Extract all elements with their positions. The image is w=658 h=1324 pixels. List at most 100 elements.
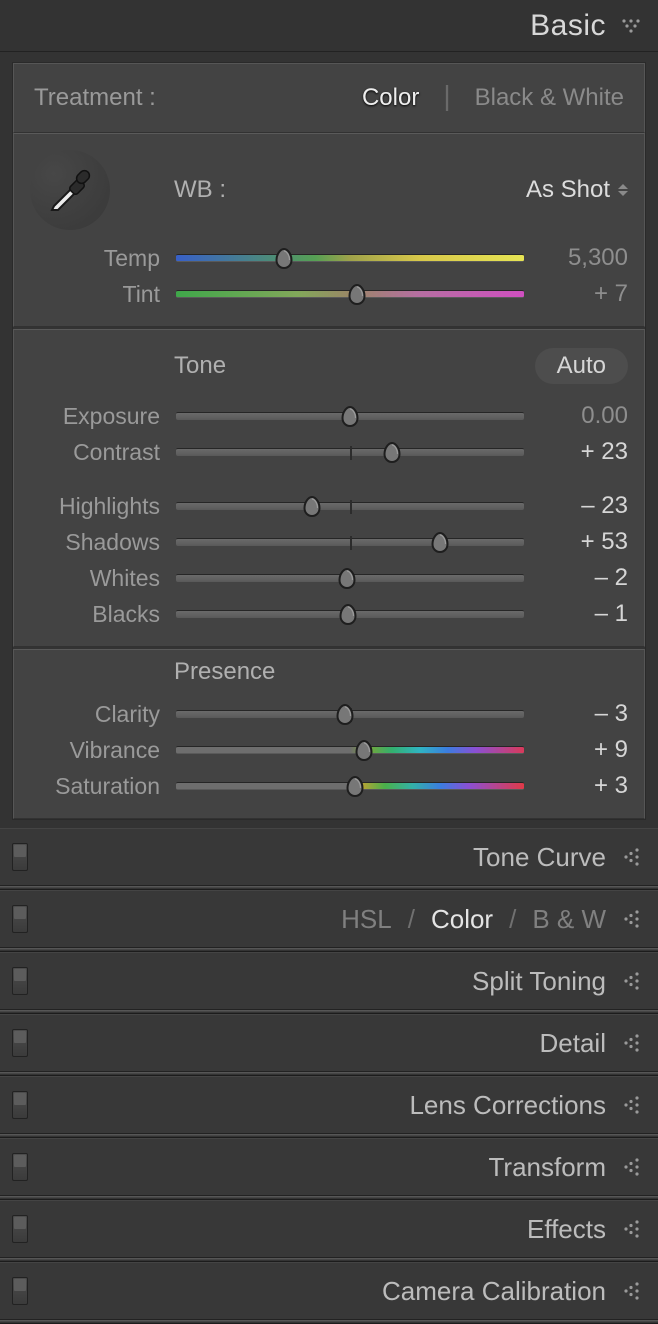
transform-label: Transform (489, 1152, 607, 1183)
highlights-slider-row: Highlights – 23 (30, 488, 628, 524)
panel-title: Basic (530, 9, 606, 43)
detail-panel[interactable]: Detail (0, 1014, 658, 1072)
saturation-label: Saturation (30, 773, 160, 800)
lens-corrections-panel[interactable]: Lens Corrections (0, 1076, 658, 1134)
calibration-label: Camera Calibration (382, 1276, 606, 1307)
expand-icon[interactable] (624, 910, 640, 928)
effects-label: Effects (527, 1214, 606, 1245)
vibrance-label: Vibrance (30, 737, 160, 764)
split-toning-switch[interactable] (12, 967, 28, 995)
highlights-value[interactable]: – 23 (540, 492, 628, 520)
tint-slider[interactable] (176, 290, 524, 298)
exposure-thumb[interactable] (340, 406, 361, 427)
wb-preset-stepper-icon (618, 184, 628, 196)
hsl-tab-color[interactable]: Color (431, 904, 493, 935)
tint-value[interactable]: + 7 (540, 280, 628, 308)
temp-label: Temp (30, 245, 160, 272)
wb-label: WB : (174, 176, 226, 204)
temp-thumb[interactable] (273, 248, 294, 269)
shadows-slider-row: Shadows + 53 (30, 524, 628, 560)
tone-section: Tone Auto Exposure 0.00 Contrast + 23 Hi… (13, 329, 645, 647)
lens-switch[interactable] (12, 1091, 28, 1119)
wb-preset-select[interactable]: As Shot (526, 176, 628, 204)
blacks-label: Blacks (30, 601, 160, 628)
contrast-value[interactable]: + 23 (540, 438, 628, 466)
contrast-thumb[interactable] (381, 442, 402, 463)
hsl-switch[interactable] (12, 905, 28, 933)
effects-panel[interactable]: Effects (0, 1200, 658, 1258)
highlights-slider[interactable] (176, 502, 524, 510)
saturation-slider[interactable] (176, 782, 524, 790)
treatment-bw[interactable]: Black & White (475, 84, 624, 112)
saturation-value[interactable]: + 3 (540, 772, 628, 800)
clarity-thumb[interactable] (334, 704, 355, 725)
temp-value[interactable]: 5,300 (540, 244, 628, 272)
whites-slider[interactable] (176, 574, 524, 582)
basic-panel-header: Basic (0, 0, 658, 52)
clarity-label: Clarity (30, 701, 160, 728)
hsl-panel[interactable]: HSL / Color / B & W (0, 890, 658, 948)
blacks-slider-row: Blacks – 1 (30, 596, 628, 632)
expand-icon[interactable] (624, 1158, 640, 1176)
tone-curve-panel[interactable]: Tone Curve (0, 828, 658, 886)
treatment-color[interactable]: Color (362, 84, 419, 112)
temp-slider-row: Temp 5,300 (30, 240, 628, 276)
treatment-label: Treatment : (34, 84, 156, 112)
calibration-panel[interactable]: Camera Calibration (0, 1262, 658, 1320)
hsl-tab-bw[interactable]: B & W (532, 904, 606, 935)
shadows-thumb[interactable] (430, 532, 451, 553)
tone-auto-button[interactable]: Auto (535, 348, 628, 384)
wb-eyedropper-button[interactable] (30, 150, 110, 230)
blacks-thumb[interactable] (338, 604, 359, 625)
wb-section: WB : As Shot Temp 5,300 Tint + 7 (13, 133, 645, 327)
whites-thumb[interactable] (336, 568, 357, 589)
shadows-slider[interactable] (176, 538, 524, 546)
tint-label: Tint (30, 281, 160, 308)
exposure-value[interactable]: 0.00 (540, 402, 628, 430)
shadows-label: Shadows (30, 529, 160, 556)
blacks-value[interactable]: – 1 (540, 600, 628, 628)
exposure-slider-row: Exposure 0.00 (30, 398, 628, 434)
effects-switch[interactable] (12, 1215, 28, 1243)
whites-value[interactable]: – 2 (540, 564, 628, 592)
tint-slider-row: Tint + 7 (30, 276, 628, 312)
shadows-value[interactable]: + 53 (540, 528, 628, 556)
expand-icon[interactable] (624, 1096, 640, 1114)
temp-slider[interactable] (176, 254, 524, 262)
contrast-slider-row: Contrast + 23 (30, 434, 628, 470)
exposure-slider[interactable] (176, 412, 524, 420)
contrast-label: Contrast (30, 439, 160, 466)
transform-panel[interactable]: Transform (0, 1138, 658, 1196)
tone-curve-switch[interactable] (12, 843, 28, 871)
panel-disclosure-icon[interactable] (622, 19, 640, 33)
blacks-slider[interactable] (176, 610, 524, 618)
clarity-slider[interactable] (176, 710, 524, 718)
expand-icon[interactable] (624, 972, 640, 990)
calibration-switch[interactable] (12, 1277, 28, 1305)
basic-panel: Treatment : Color | Black & White (12, 62, 646, 820)
treatment-row: Treatment : Color | Black & White (13, 63, 645, 133)
saturation-slider-row: Saturation + 3 (30, 768, 628, 804)
vibrance-thumb[interactable] (353, 740, 374, 761)
highlights-label: Highlights (30, 493, 160, 520)
highlights-thumb[interactable] (301, 496, 322, 517)
transform-switch[interactable] (12, 1153, 28, 1181)
split-toning-panel[interactable]: Split Toning (0, 952, 658, 1010)
saturation-thumb[interactable] (345, 776, 366, 797)
presence-section: Presence Clarity – 3 Vibrance + 9 Satura… (13, 649, 645, 819)
exposure-label: Exposure (30, 403, 160, 430)
hsl-tab-hsl[interactable]: HSL (341, 904, 392, 935)
collapsed-panels: Tone Curve HSL / Color / B & W Split Ton… (0, 828, 658, 1324)
vibrance-slider[interactable] (176, 746, 524, 754)
wb-preset-value: As Shot (526, 176, 610, 204)
expand-icon[interactable] (624, 1282, 640, 1300)
lens-label: Lens Corrections (409, 1090, 606, 1121)
vibrance-value[interactable]: + 9 (540, 736, 628, 764)
expand-icon[interactable] (624, 1220, 640, 1238)
expand-icon[interactable] (624, 848, 640, 866)
tint-thumb[interactable] (346, 284, 367, 305)
detail-switch[interactable] (12, 1029, 28, 1057)
expand-icon[interactable] (624, 1034, 640, 1052)
clarity-value[interactable]: – 3 (540, 700, 628, 728)
contrast-slider[interactable] (176, 448, 524, 456)
